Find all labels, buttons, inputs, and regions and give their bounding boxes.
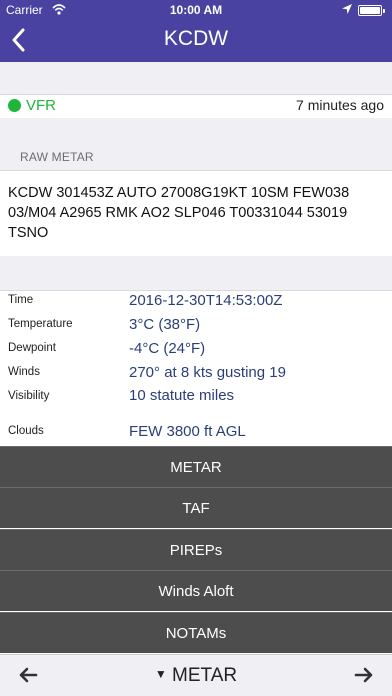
battery-icon: [358, 5, 385, 16]
notams-button[interactable]: NOTAMs: [0, 612, 392, 653]
detail-value-temperature: 3°C (38°F): [129, 316, 201, 333]
report-selector[interactable]: ▼ METAR: [0, 665, 392, 687]
detail-value-visibility: 10 statute miles: [129, 387, 235, 404]
updated-ago: 7 minutes ago: [296, 97, 384, 113]
detail-label-temperature: Temperature: [8, 318, 73, 330]
detail-value-dewpoint: -4°C (24°F): [129, 340, 206, 357]
flight-category-label: VFR: [26, 97, 56, 114]
detail-label-winds: Winds: [8, 366, 40, 378]
spacer-mid: [0, 256, 392, 291]
status-bar: Carrier 10:00 AM: [0, 0, 392, 20]
location-arrow-icon: [342, 4, 352, 14]
winds-aloft-button[interactable]: Winds Aloft: [0, 570, 392, 611]
navigation-header: Carrier 10:00 AM KCDW: [0, 0, 392, 62]
station-title: KCDW: [163, 27, 229, 50]
pireps-button[interactable]: PIREPs: [0, 529, 392, 570]
back-chevron-icon[interactable]: [8, 26, 30, 54]
taf-button[interactable]: TAF: [0, 487, 392, 528]
detail-value-clouds: FEW 3800 ft AGL: [129, 423, 246, 440]
raw-metar-header: RAW METAR: [20, 150, 94, 164]
vfr-status-dot: [8, 99, 21, 112]
raw-metar-text: KCDW 301453Z AUTO 27008G19KT 10SM FEW038…: [8, 185, 350, 241]
detail-label-clouds: Clouds: [8, 425, 44, 437]
report-selector-label: METAR: [172, 665, 238, 686]
clock-time: 10:00 AM: [169, 3, 223, 17]
detail-value-winds: 270° at 8 kts gusting 19: [129, 364, 286, 381]
spacer-top: [0, 62, 392, 95]
detail-label-dewpoint: Dewpoint: [8, 342, 56, 354]
detail-label-visibility: Visibility: [8, 390, 50, 402]
arrow-right-icon[interactable]: [354, 665, 374, 685]
detail-value-time: 2016-12-30T14:53:00Z: [129, 292, 283, 309]
bottom-toolbar: ▼ METAR: [0, 654, 392, 696]
caret-down-icon: ▼: [154, 667, 167, 681]
metar-button[interactable]: METAR: [0, 446, 392, 487]
detail-label-time: Time: [8, 294, 34, 306]
